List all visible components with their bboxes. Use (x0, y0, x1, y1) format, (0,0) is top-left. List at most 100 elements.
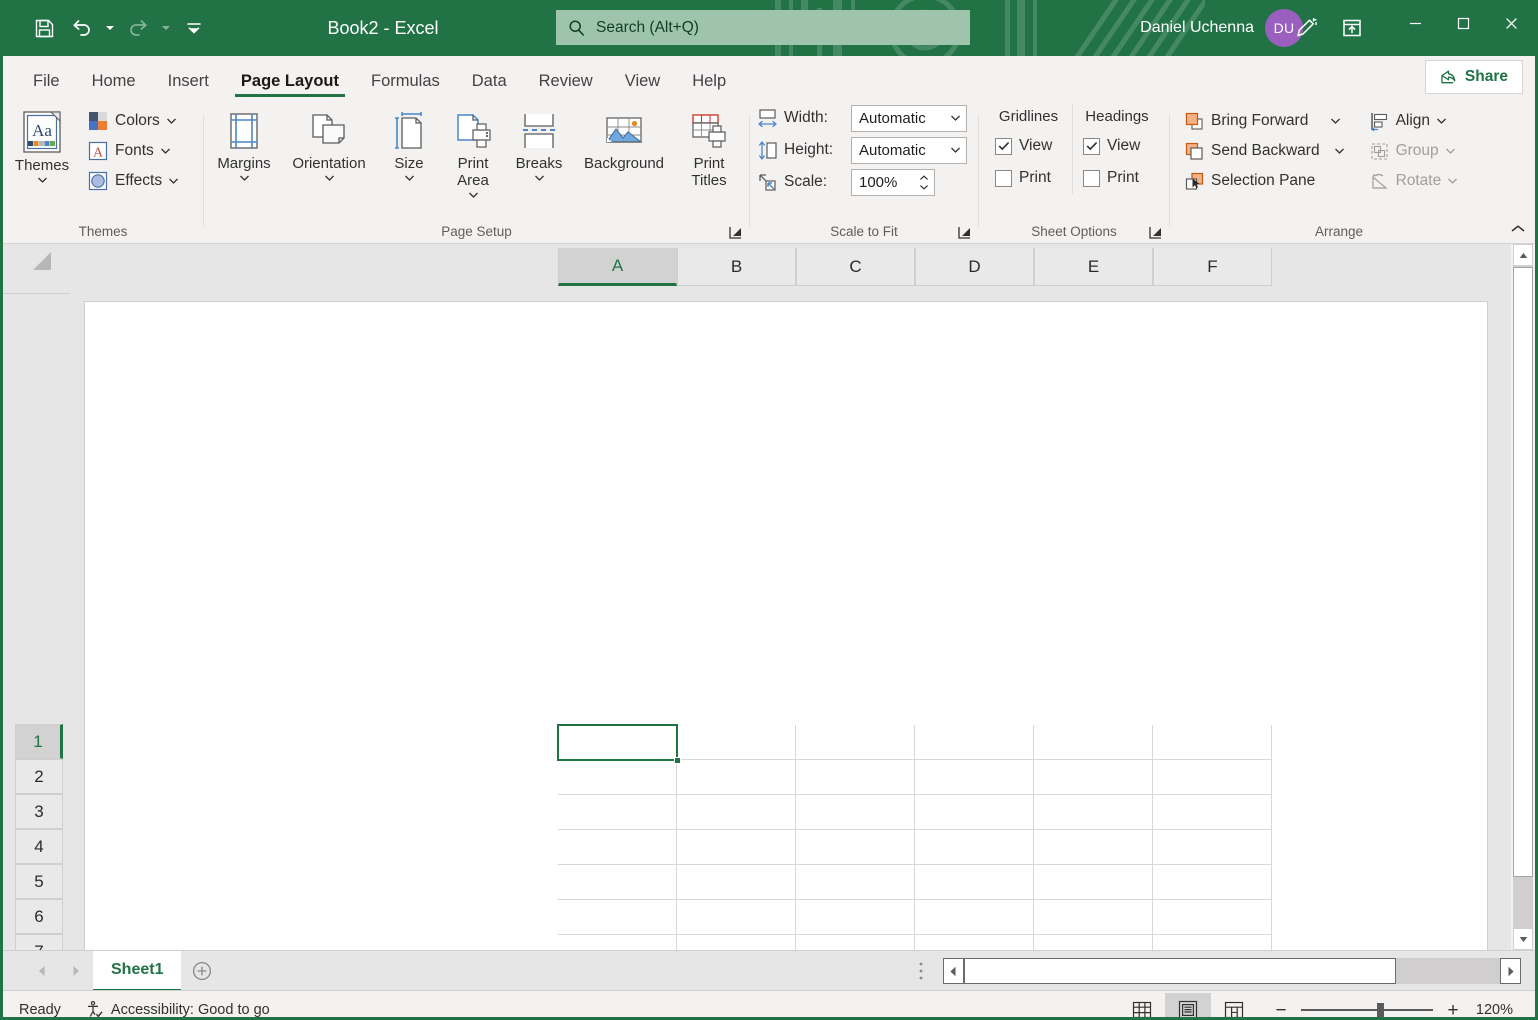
tab-page-layout[interactable]: Page Layout (225, 73, 355, 99)
orientation-button[interactable]: Orientation (280, 104, 378, 182)
cell-D4[interactable] (915, 830, 1034, 865)
row-header-2[interactable]: 2 (15, 759, 63, 794)
tab-split-handle[interactable] (918, 961, 924, 986)
ink-pen-icon[interactable] (1283, 6, 1329, 50)
cell-E2[interactable] (1034, 760, 1153, 795)
width-select[interactable]: Automatic (851, 105, 967, 132)
accessibility-status[interactable]: Accessibility: Good to go (73, 991, 282, 1020)
minimize-button[interactable] (1391, 0, 1439, 46)
cell-F4[interactable] (1153, 830, 1272, 865)
cell-B3[interactable] (677, 795, 796, 830)
cell-E5[interactable] (1034, 865, 1153, 900)
breaks-button[interactable]: Breaks (506, 104, 572, 182)
cell-D6[interactable] (915, 900, 1034, 935)
column-header-B[interactable]: B (677, 248, 796, 286)
collapse-ribbon-button[interactable] (1507, 219, 1529, 239)
cell-C6[interactable] (796, 900, 915, 935)
cell-C3[interactable] (796, 795, 915, 830)
print-titles-button[interactable]: Print Titles (676, 104, 742, 190)
cell-B6[interactable] (677, 900, 796, 935)
align-chevron-down-icon[interactable] (1436, 117, 1447, 125)
tab-review[interactable]: Review (523, 73, 609, 99)
themes-button[interactable]: Aa Themes (3, 104, 81, 184)
previous-sheet-button[interactable] (25, 954, 59, 988)
row-header-5[interactable]: 5 (15, 864, 63, 899)
cell-A5[interactable] (558, 865, 677, 900)
breaks-chevron-down-icon[interactable] (534, 174, 545, 182)
user-account[interactable]: Daniel Uchenna DU (1140, 0, 1303, 56)
tab-home[interactable]: Home (76, 73, 152, 99)
row-header-7[interactable]: 7 (15, 934, 63, 950)
tab-help[interactable]: Help (676, 73, 742, 99)
group-chevron-down-icon[interactable] (1445, 147, 1456, 155)
scroll-down-button[interactable] (1513, 928, 1533, 950)
theme-effects-button[interactable]: Effects (81, 166, 185, 196)
gridlines-print-checkbox[interactable]: Print (985, 162, 1072, 194)
cell-A6[interactable] (558, 900, 677, 935)
cell-C5[interactable] (796, 865, 915, 900)
orientation-chevron-down-icon[interactable] (324, 174, 335, 182)
zoom-slider-thumb[interactable] (1377, 1003, 1384, 1018)
theme-fonts-button[interactable]: A Fonts (81, 136, 185, 166)
size-button[interactable]: Size (378, 104, 440, 182)
tab-data[interactable]: Data (456, 73, 523, 99)
spinner-up-icon[interactable] (919, 175, 929, 181)
cell-A1[interactable] (558, 725, 677, 760)
search-input[interactable]: Search (Alt+Q) (556, 10, 970, 45)
cell-F7[interactable] (1153, 935, 1272, 950)
margins-button[interactable]: Margins (208, 104, 280, 182)
gridlines-view-checkbox[interactable]: View (985, 130, 1072, 162)
zoom-out-button[interactable]: − (1271, 1001, 1291, 1020)
cell-B4[interactable] (677, 830, 796, 865)
cell-C7[interactable] (796, 935, 915, 950)
theme-effects-chevron-down-icon[interactable] (168, 177, 179, 185)
cell-D5[interactable] (915, 865, 1034, 900)
cell-E7[interactable] (1034, 935, 1153, 950)
column-header-D[interactable]: D (915, 248, 1034, 286)
scroll-left-button[interactable] (943, 958, 964, 984)
page-layout-view-button[interactable] (1165, 993, 1211, 1020)
cell-C4[interactable] (796, 830, 915, 865)
spinner-down-icon[interactable] (919, 184, 929, 190)
cell-E4[interactable] (1034, 830, 1153, 865)
cell-B7[interactable] (677, 935, 796, 950)
page-setup-dialog-launcher[interactable] (728, 225, 744, 241)
zoom-slider[interactable] (1301, 1001, 1433, 1019)
cell-F5[interactable] (1153, 865, 1272, 900)
themes-chevron-down-icon[interactable] (37, 176, 48, 184)
cell-F6[interactable] (1153, 900, 1272, 935)
scale-to-fit-dialog-launcher[interactable] (957, 225, 973, 241)
print-area-chevron-down-icon[interactable] (468, 191, 479, 199)
cell-A4[interactable] (558, 830, 677, 865)
headings-view-checkbox[interactable]: View (1073, 130, 1161, 162)
height-select[interactable]: Automatic (851, 137, 967, 164)
sheet-options-dialog-launcher[interactable] (1148, 225, 1164, 241)
size-chevron-down-icon[interactable] (404, 174, 415, 182)
bring-forward-chevron-down-icon[interactable] (1330, 117, 1341, 125)
cell-F3[interactable] (1153, 795, 1272, 830)
tab-view[interactable]: View (609, 73, 676, 99)
save-icon[interactable] (25, 9, 63, 47)
close-button[interactable] (1487, 0, 1535, 46)
send-backward-chevron-down-icon[interactable] (1334, 147, 1345, 155)
row-header-3[interactable]: 3 (15, 794, 63, 829)
cell-E1[interactable] (1034, 725, 1153, 760)
row-header-1[interactable]: 1 (15, 724, 63, 759)
scale-spinner[interactable] (919, 175, 931, 190)
horizontal-scroll-thumb[interactable] (964, 958, 1396, 984)
undo-icon[interactable] (63, 9, 101, 47)
cell-B2[interactable] (677, 760, 796, 795)
row-header-6[interactable]: 6 (15, 899, 63, 934)
column-header-A[interactable]: A (558, 248, 677, 286)
redo-icon[interactable] (119, 9, 157, 47)
page-break-preview-button[interactable] (1211, 993, 1257, 1020)
column-header-F[interactable]: F (1153, 248, 1272, 286)
scale-input[interactable]: 100% (851, 169, 935, 196)
headings-print-checkbox[interactable]: Print (1073, 162, 1161, 194)
redo-dropdown-chevron-down-icon[interactable] (157, 9, 175, 47)
horizontal-scroll-track[interactable] (1396, 958, 1500, 984)
horizontal-scrollbar[interactable] (943, 957, 1521, 985)
cell-D3[interactable] (915, 795, 1034, 830)
cell-B1[interactable] (677, 725, 796, 760)
zoom-in-button[interactable]: + (1443, 1001, 1463, 1020)
